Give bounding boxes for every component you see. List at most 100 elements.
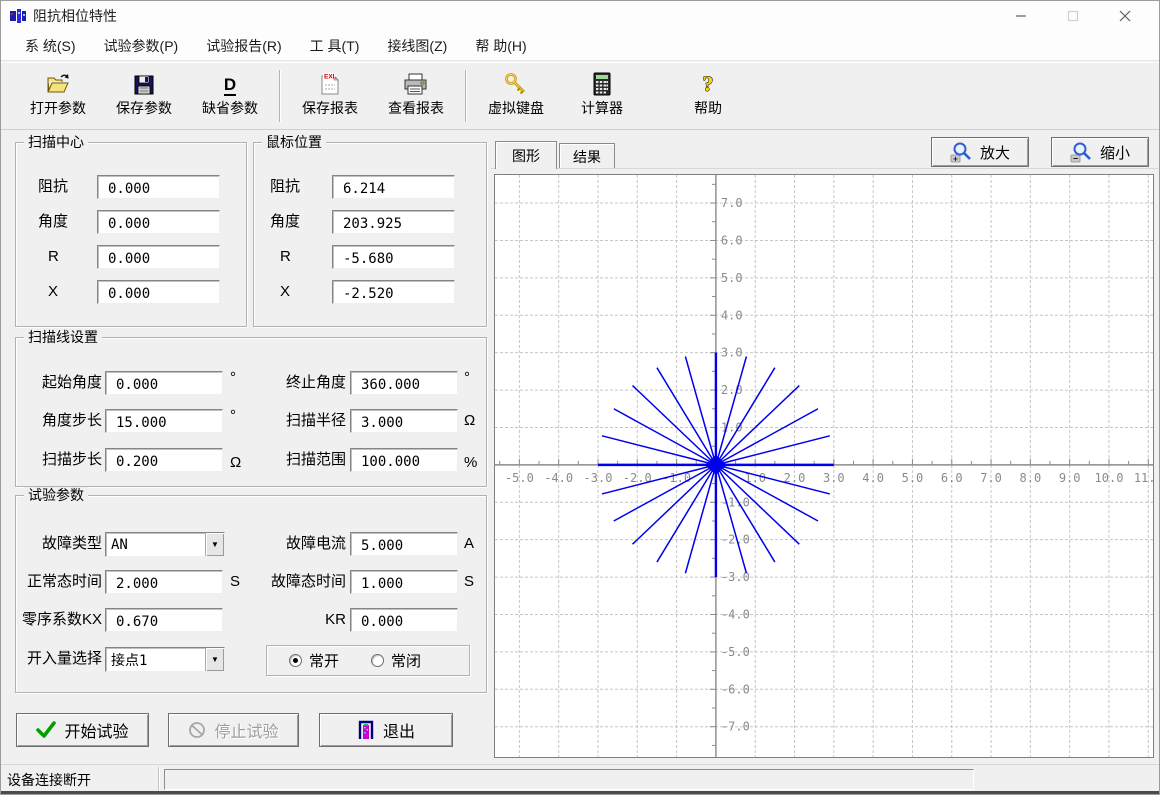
status-divider — [158, 767, 160, 791]
menu-help[interactable]: 帮 助(H) — [461, 31, 540, 61]
radio-checked-icon — [289, 654, 302, 667]
exit-button[interactable]: 退出 — [319, 713, 453, 747]
save-report-button[interactable]: EXL 保存报表 — [287, 67, 373, 125]
default-params-button[interactable]: D 缺省参数 — [187, 67, 273, 125]
angle-step-input[interactable] — [111, 412, 218, 432]
toolbar-separator — [279, 70, 281, 122]
normally-closed-radio[interactable]: 常闭 — [371, 650, 421, 671]
fault-current-unit: A — [464, 532, 474, 556]
window-bottom-edge — [1, 791, 1159, 794]
menu-system[interactable]: 系 统(S) — [11, 31, 90, 61]
start-angle-label: 起始角度 — [22, 371, 102, 395]
scan-center-impedance-input[interactable] — [103, 178, 215, 198]
fault-time-label: 故障态时间 — [260, 570, 346, 594]
scan-center-r-label: R — [48, 245, 59, 269]
svg-text:9.0: 9.0 — [1059, 471, 1081, 485]
menu-bar: 系 统(S) 试验参数(P) 试验报告(R) 工 具(T) 接线图(Z) 帮 助… — [1, 31, 1159, 61]
menu-test-params[interactable]: 试验参数(P) — [90, 31, 193, 61]
normal-time-input[interactable] — [111, 573, 218, 593]
minimize-icon — [1015, 10, 1027, 22]
kr-input[interactable] — [356, 611, 453, 631]
view-report-button[interactable]: 查看报表 — [373, 67, 459, 125]
tab-result[interactable]: 结果 — [559, 143, 615, 169]
kx-input[interactable] — [111, 611, 218, 631]
calculator-button[interactable]: 计算器 — [559, 67, 645, 125]
chevron-down-icon[interactable]: ▼ — [205, 648, 224, 671]
zoom-in-magnifier-icon: + — [950, 141, 972, 163]
svg-text:-6.0: -6.0 — [721, 682, 750, 696]
key-icon — [504, 70, 528, 96]
svg-text:5.0: 5.0 — [902, 471, 924, 485]
scan-center-angle-label: 角度 — [38, 210, 68, 234]
close-icon — [1119, 10, 1131, 22]
end-angle-input[interactable] — [356, 374, 453, 394]
save-params-button[interactable]: 保存参数 — [101, 67, 187, 125]
svg-text:EXL: EXL — [324, 74, 337, 81]
svg-text:2.0: 2.0 — [721, 383, 743, 397]
app-icon — [9, 7, 27, 25]
scan-center-x-label: X — [48, 280, 58, 304]
scan-line-title: 扫描线设置 — [24, 329, 102, 346]
zoom-out-button[interactable]: − 缩小 — [1051, 137, 1149, 167]
input-select-combo[interactable]: 接点1 ▼ — [105, 647, 225, 672]
scan-range-unit: % — [464, 451, 477, 475]
svg-text:-4.0: -4.0 — [544, 471, 573, 485]
normal-time-label: 正常态时间 — [16, 570, 102, 594]
mouse-position-group: 鼠标位置 阻抗 角度 R X — [253, 142, 487, 327]
exit-door-icon — [357, 720, 375, 740]
menu-wiring-diagram[interactable]: 接线图(Z) — [373, 31, 461, 61]
scan-center-r-input[interactable] — [103, 248, 215, 268]
svg-text:-3.0: -3.0 — [584, 471, 613, 485]
mouse-r-value — [338, 248, 450, 268]
mouse-angle-value — [338, 213, 450, 233]
maximize-button[interactable] — [1047, 1, 1099, 31]
menu-tools[interactable]: 工 具(T) — [296, 31, 374, 61]
device-status-text: 设备连接断开 — [7, 770, 91, 790]
scan-center-x-input[interactable] — [103, 283, 215, 303]
close-button[interactable] — [1099, 1, 1151, 31]
radio-unchecked-icon — [371, 654, 384, 667]
chevron-down-icon[interactable]: ▼ — [205, 533, 224, 556]
menu-test-report[interactable]: 试验报告(R) — [192, 31, 295, 61]
help-button[interactable]: ? 帮助 — [665, 67, 751, 125]
start-test-button[interactable]: 开始试验 — [16, 713, 149, 747]
excel-report-icon: EXL — [319, 70, 341, 96]
start-angle-unit: ° — [230, 366, 236, 390]
contact-mode-group: 常开 常闭 — [266, 645, 470, 676]
start-angle-input[interactable] — [111, 374, 218, 394]
scan-radius-unit: Ω — [464, 409, 475, 433]
fault-current-label: 故障电流 — [266, 532, 346, 556]
svg-text:3.0: 3.0 — [823, 471, 845, 485]
impedance-chart[interactable]: -6.0-5.0-4.0-3.0-2.0-1.01.02.03.04.05.06… — [494, 174, 1154, 758]
fault-type-select[interactable]: AN ▼ — [105, 532, 225, 557]
scan-radius-label: 扫描半径 — [266, 409, 346, 433]
open-params-button[interactable]: 打开参数 — [15, 67, 101, 125]
mouse-position-title: 鼠标位置 — [262, 134, 326, 151]
zoom-in-button[interactable]: + 放大 — [931, 137, 1029, 167]
svg-text:4.0: 4.0 — [862, 471, 884, 485]
question-mark-icon: ? — [698, 70, 718, 96]
scan-step-input[interactable] — [111, 451, 218, 471]
calculator-icon — [593, 70, 611, 96]
scan-range-label: 扫描范围 — [266, 448, 346, 472]
svg-text:7.0: 7.0 — [721, 196, 743, 210]
svg-text:8.0: 8.0 — [1020, 471, 1042, 485]
virtual-keyboard-button[interactable]: 虚拟键盘 — [473, 67, 559, 125]
minimize-button[interactable] — [995, 1, 1047, 31]
fault-current-input[interactable] — [356, 535, 453, 555]
scan-range-input[interactable] — [356, 451, 453, 471]
kr-label: KR — [266, 608, 346, 632]
angle-step-unit: ° — [230, 404, 236, 428]
svg-text:+: + — [953, 155, 958, 164]
svg-text:-4.0: -4.0 — [721, 607, 750, 621]
normally-open-radio[interactable]: 常开 — [289, 650, 339, 671]
svg-text:11.0: 11.0 — [1134, 471, 1153, 485]
tab-graph[interactable]: 图形 — [495, 141, 557, 169]
svg-text:10.0: 10.0 — [1095, 471, 1124, 485]
impedance-chart-svg: -6.0-5.0-4.0-3.0-2.0-1.01.02.03.04.05.06… — [495, 175, 1153, 757]
fault-time-input[interactable] — [356, 573, 453, 593]
scan-center-angle-input[interactable] — [103, 213, 215, 233]
end-angle-unit: ° — [464, 366, 470, 390]
window-title: 阻抗相位特性 — [33, 6, 117, 26]
scan-radius-input[interactable] — [356, 412, 453, 432]
